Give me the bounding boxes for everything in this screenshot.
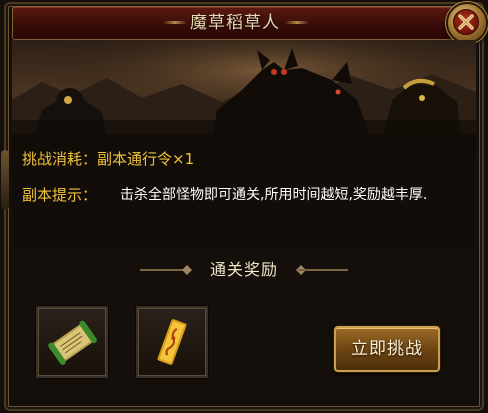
left-frame-ornament xyxy=(1,150,9,210)
rewards-title: 通关奖励 xyxy=(209,260,278,279)
title-ornament-right xyxy=(285,21,309,24)
dungeon-scene-art xyxy=(12,40,476,142)
hint-label: 副本提示： xyxy=(22,186,98,204)
hint-row: 副本提示： xyxy=(22,184,97,206)
diamond-ornament-icon xyxy=(182,265,192,275)
close-icon xyxy=(458,14,474,30)
boss-artwork xyxy=(12,40,476,142)
hint-text: 击杀全部怪物即可通关,所用时间越短,奖励越丰厚. xyxy=(120,187,428,203)
challenge-button-label: 立即挑战 xyxy=(351,339,423,359)
header-line-right xyxy=(298,269,348,271)
dialog-title: 魔草稻草人 xyxy=(190,13,280,33)
rewards-header: 通关奖励 xyxy=(0,258,488,282)
dungeon-dialog: 魔草稻草人 挑战消耗：副本通行令×1 副本提示： 击杀全部怪物即可通关,所用时间… xyxy=(0,0,488,413)
close-button-inner xyxy=(453,9,479,35)
dungeon-info-panel: 挑战消耗：副本通行令×1 副本提示： 击杀全部怪物即可通关,所用时间越短,奖励越… xyxy=(12,134,476,246)
cost-row: 挑战消耗：副本通行令×1 xyxy=(22,148,194,170)
golden-talisman-icon xyxy=(157,319,187,365)
reward-item-slot[interactable] xyxy=(136,306,208,378)
green-scroll-icon xyxy=(48,320,97,365)
challenge-now-button[interactable]: 立即挑战 xyxy=(334,326,440,372)
title-bar: 魔草稻草人 xyxy=(12,6,458,40)
cost-value: 副本通行令×1 xyxy=(97,150,195,168)
close-button[interactable] xyxy=(446,2,488,44)
cost-label: 挑战消耗： xyxy=(22,150,98,168)
reward-item-slot[interactable] xyxy=(36,306,108,378)
